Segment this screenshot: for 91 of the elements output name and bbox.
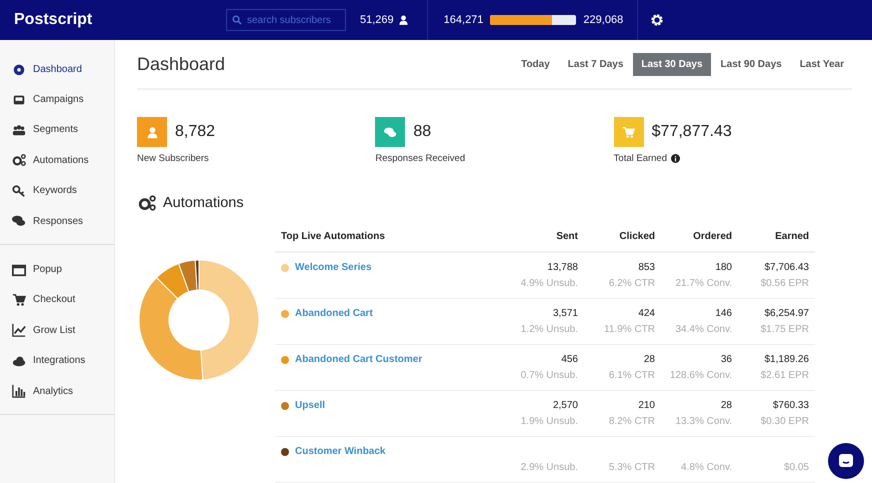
- metric-rate: 1.2% Unsub.: [520, 324, 578, 335]
- key-icon: [12, 184, 26, 198]
- brand-logo[interactable]: Postscript: [14, 11, 92, 28]
- metric-rate: $1.75 EPR: [760, 324, 809, 335]
- metric-rate: 21.7% Conv.: [674, 278, 732, 289]
- metric-rate: 0.7% Unsub.: [520, 370, 578, 381]
- metric-rate: 6.1% CTR: [608, 370, 655, 381]
- metric-rate: $0.30 EPR: [760, 416, 809, 427]
- metric-rate: $0.56 EPR: [760, 278, 809, 289]
- metric-rate: 8.2% CTR: [608, 416, 655, 427]
- metric-rate: 13.3% Conv.: [674, 416, 732, 427]
- search-field[interactable]: search subscribers: [226, 9, 346, 31]
- metric-value: 3,571: [552, 308, 578, 320]
- metric-value: $1,189.26: [764, 354, 809, 366]
- stat-label: Responses Received: [375, 153, 466, 164]
- metric-value: 456: [560, 354, 578, 366]
- cart-icon: [12, 292, 26, 307]
- stat-label: Total Earned: [614, 153, 667, 164]
- sidebar-item[interactable]: Grow List: [0, 315, 114, 346]
- subscriber-count: 51,269: [360, 14, 394, 26]
- column-header: Clicked: [619, 231, 655, 242]
- column-header: Top Live Automations: [281, 231, 385, 242]
- metric-value: 210: [637, 400, 655, 412]
- sidebar-item[interactable]: Keywords: [0, 176, 114, 206]
- info-icon[interactable]: [671, 154, 680, 163]
- column-header: Earned: [775, 231, 809, 242]
- window-icon: [12, 92, 26, 107]
- metric-value: 28: [720, 400, 732, 412]
- sidebar-item[interactable]: Analytics: [0, 376, 114, 406]
- user-icon: [398, 14, 409, 26]
- metric-rate: 2.9% Unsub.: [520, 462, 578, 473]
- metric-rate: 1.9% Unsub.: [520, 416, 578, 427]
- search-icon: [232, 15, 242, 25]
- stat-label: New Subscribers: [137, 153, 209, 164]
- metric-value: 2,570: [552, 400, 578, 412]
- metric-rate: 4.9% Unsub.: [520, 278, 578, 289]
- chat-icon: [384, 126, 397, 138]
- stat-value: 88: [413, 123, 432, 141]
- section-title: Automations: [163, 195, 244, 211]
- metric-value: 13,788: [546, 262, 578, 274]
- metric-value: 180: [714, 262, 732, 274]
- metric-value: 853: [637, 262, 655, 274]
- sidebar-item[interactable]: Checkout: [0, 284, 114, 316]
- sidebar-item[interactable]: Integrations: [0, 346, 114, 376]
- metric-value: 28: [642, 354, 655, 366]
- cloud-icon: [12, 354, 26, 368]
- usage-limit: 229,068: [583, 14, 624, 26]
- date-range-tab[interactable]: Today: [513, 52, 558, 76]
- metric-value: $7,706.43: [764, 262, 809, 274]
- column-header: Sent: [556, 231, 578, 242]
- sidebar-item[interactable]: Campaigns: [0, 84, 114, 115]
- page-title: Dashboard: [137, 54, 226, 74]
- date-range-tab[interactable]: Last Year: [792, 52, 852, 76]
- date-range-tab[interactable]: Last 30 Days: [633, 52, 711, 76]
- sidebar-item[interactable]: Dashboard: [0, 54, 114, 84]
- date-range-tab[interactable]: Last 90 Days: [712, 52, 790, 76]
- sidebar-item[interactable]: Segments: [0, 114, 114, 146]
- sidebar-item[interactable]: Responses: [0, 206, 114, 236]
- metric-rate: $2.61 EPR: [760, 370, 809, 381]
- usage-count: 164,271: [444, 14, 484, 26]
- metric-rate: 34.4% Conv.: [674, 324, 732, 335]
- people-icon: [12, 122, 26, 137]
- metric-value: 36: [720, 354, 732, 366]
- metric-value: 424: [637, 308, 655, 320]
- bar-chart-icon: [12, 384, 26, 398]
- metric-rate: 5.3% CTR: [608, 462, 655, 473]
- chat-icon: [12, 214, 26, 228]
- metric-rate: 128.6% Conv.: [668, 370, 732, 381]
- metric-rate: 6.2% CTR: [608, 278, 655, 289]
- line-chart-icon: [12, 323, 26, 338]
- chat-icon: [838, 453, 854, 469]
- metric-rate: 4.8% Conv.: [680, 462, 732, 473]
- date-range-tab[interactable]: Last 7 Days: [560, 52, 632, 76]
- metric-value: 146: [714, 308, 732, 320]
- gears-icon: [137, 194, 157, 212]
- stat-value: 8,782: [175, 123, 216, 141]
- settings-icon[interactable]: [650, 13, 664, 27]
- dashboard-icon: [12, 62, 26, 76]
- sidebar-item[interactable]: Popup: [0, 254, 114, 285]
- column-header: Ordered: [693, 231, 732, 242]
- stat-value: $77,877.43: [652, 123, 732, 141]
- metric-rate: 11.9% CTR: [603, 324, 655, 335]
- sidebar-item[interactable]: Automations: [0, 145, 114, 176]
- metric-value: $6,254.97: [764, 308, 809, 320]
- popup-icon: [12, 262, 26, 277]
- user-icon: [146, 126, 158, 138]
- gears-icon: [12, 153, 26, 168]
- cart-icon: [622, 126, 636, 138]
- chat-button[interactable]: [828, 443, 864, 479]
- metric-rate: $0.05: [782, 462, 809, 473]
- metric-value: $760.33: [772, 400, 809, 412]
